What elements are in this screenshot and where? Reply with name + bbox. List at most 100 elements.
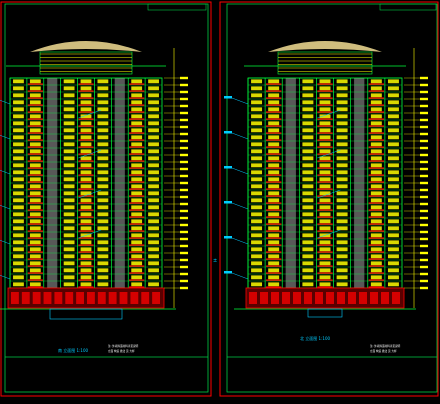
- window: [387, 219, 399, 224]
- balcony-rail: [265, 237, 282, 239]
- window: [336, 135, 348, 140]
- window: [370, 107, 382, 112]
- window: [370, 254, 382, 259]
- balcony-rail: [265, 125, 282, 127]
- balcony-rail: [129, 251, 145, 253]
- window: [251, 275, 263, 280]
- balcony-rail: [368, 132, 385, 134]
- window: [336, 121, 348, 126]
- window: [370, 233, 382, 238]
- window: [387, 107, 399, 112]
- window: [131, 156, 143, 161]
- window: [63, 100, 75, 105]
- window: [370, 275, 382, 280]
- window: [13, 79, 24, 84]
- window: [319, 219, 331, 224]
- level-tag: [180, 209, 188, 213]
- window: [319, 156, 331, 161]
- balcony-rail: [317, 188, 333, 190]
- podium-shopfront: [348, 292, 356, 304]
- balcony-rail: [78, 90, 94, 92]
- level-tag: [180, 83, 188, 87]
- window: [268, 93, 280, 98]
- window: [336, 233, 348, 238]
- window: [319, 247, 331, 252]
- balcony-rail: [368, 139, 385, 141]
- window: [387, 254, 399, 259]
- balcony-rail: [368, 251, 385, 253]
- window: [302, 128, 314, 133]
- window: [148, 149, 159, 154]
- level-tag: [420, 111, 428, 115]
- window: [13, 135, 24, 140]
- window: [251, 93, 263, 98]
- balcony-rail: [265, 216, 282, 218]
- balcony-rail: [368, 160, 385, 162]
- balcony-rail: [129, 132, 145, 134]
- window: [80, 128, 92, 133]
- level-tag: [180, 237, 188, 241]
- window: [251, 100, 263, 105]
- podium-shopfront: [65, 292, 74, 304]
- window: [13, 261, 24, 266]
- window: [336, 142, 348, 147]
- balcony-rail: [78, 272, 94, 274]
- level-tag: [180, 223, 188, 227]
- window: [251, 149, 263, 154]
- balcony-rail: [317, 160, 333, 162]
- level-tag: [180, 174, 188, 178]
- balcony-rail: [129, 244, 145, 246]
- window: [268, 268, 280, 273]
- level-tag: [420, 286, 428, 290]
- window: [13, 275, 24, 280]
- window: [319, 240, 331, 245]
- window: [148, 282, 159, 287]
- window: [268, 79, 280, 84]
- window: [63, 198, 75, 203]
- podium-shopfront: [370, 292, 378, 304]
- window: [319, 191, 331, 196]
- window: [148, 170, 159, 175]
- balcony-rail: [27, 195, 43, 197]
- balcony-rail: [317, 209, 333, 211]
- balcony-rail: [265, 181, 282, 183]
- window: [80, 261, 92, 266]
- window: [29, 219, 41, 224]
- window: [251, 163, 263, 168]
- level-tag: [180, 132, 188, 136]
- window: [387, 100, 399, 105]
- balcony-rail: [317, 223, 333, 225]
- window: [80, 142, 92, 147]
- window: [29, 100, 41, 105]
- balcony-rail: [27, 265, 43, 267]
- balcony-rail: [27, 90, 43, 92]
- window: [148, 212, 159, 217]
- annotation-tag: [224, 131, 232, 134]
- window: [97, 121, 109, 126]
- level-tag: [180, 76, 188, 80]
- balcony-rail: [317, 104, 333, 106]
- window: [302, 114, 314, 119]
- window: [268, 128, 280, 133]
- window: [131, 191, 143, 196]
- balcony-rail: [317, 181, 333, 183]
- window: [63, 114, 75, 119]
- elevation-drawing: 南 立面图 1:100 注: 外墙饰面材料详见说明 立面 构造 做法 见 大样 …: [0, 0, 440, 400]
- window: [319, 198, 331, 203]
- window: [97, 86, 109, 91]
- podium-shopfront: [152, 292, 160, 304]
- balcony-rail: [368, 167, 385, 169]
- level-tag: [180, 139, 188, 143]
- podium-shopfront: [304, 292, 312, 304]
- balcony-rail: [129, 195, 145, 197]
- annotation-tag: [224, 201, 232, 204]
- window: [148, 156, 159, 161]
- window: [336, 282, 348, 287]
- window: [387, 261, 399, 266]
- window: [63, 149, 75, 154]
- window: [319, 135, 331, 140]
- window: [148, 93, 159, 98]
- level-tag: [180, 111, 188, 115]
- window: [387, 275, 399, 280]
- balcony-rail: [265, 251, 282, 253]
